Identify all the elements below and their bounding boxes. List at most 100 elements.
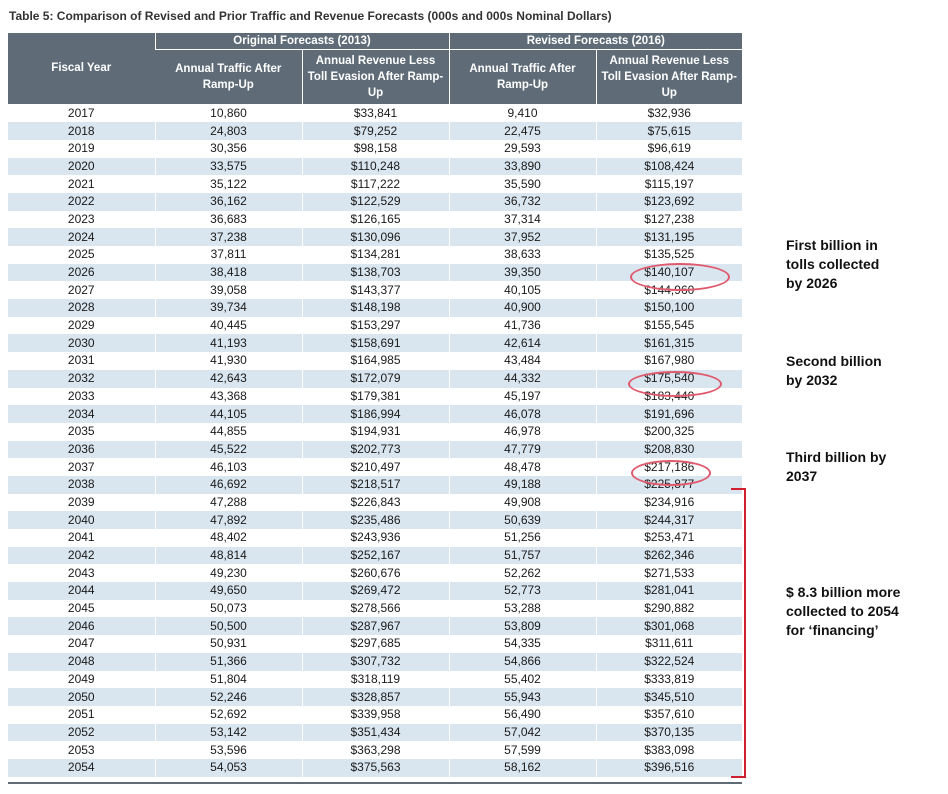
cell-original-traffic: 30,356 (154, 139, 302, 158)
cell-original-traffic: 44,855 (154, 422, 302, 441)
cell-original-revenue: $297,685 (301, 635, 450, 653)
cell-revised-revenue: $370,135 (595, 723, 743, 742)
cell-original-revenue: $202,773 (301, 440, 450, 459)
table-row: 2020 33,575 $110,248 33,890 $108,424 (8, 157, 743, 176)
header-revised-forecasts: Revised Forecasts (2016) (448, 33, 743, 50)
cell-fiscal-year: 2032 (8, 369, 155, 388)
cell-revised-traffic: 55,402 (448, 670, 597, 689)
cell-revised-revenue: $175,540 (595, 369, 743, 388)
cell-fiscal-year: 2029 (67, 318, 95, 333)
table-row: 2039 47,288 $226,843 49,908 $234,916 (8, 493, 743, 512)
cell-fiscal-year: 2018 (8, 122, 155, 140)
cell-original-revenue: $226,843 (301, 493, 450, 512)
cell-original-traffic: 39,058 (154, 281, 302, 300)
cell-original-revenue: $79,252 (301, 122, 450, 140)
cell-original-traffic: 42,643 (154, 369, 302, 388)
cell-original-traffic: 39,734 (154, 299, 302, 317)
cell-original-revenue: $186,994 (301, 405, 450, 423)
cell-original-revenue: $375,563 (301, 758, 450, 777)
cell-revised-revenue: $75,615 (595, 122, 743, 140)
cell-fiscal-year: 2038 (8, 475, 155, 494)
cell-original-traffic: 33,575 (154, 157, 302, 176)
cell-revised-revenue: $131,195 (595, 228, 743, 246)
cell-revised-traffic: 48,478 (448, 458, 597, 476)
cell-revised-traffic: 41,736 (448, 316, 597, 335)
cell-original-revenue: $138,703 (301, 263, 450, 282)
cell-original-traffic: 47,892 (154, 511, 302, 529)
cell-fiscal-year: 2027 (67, 282, 95, 297)
cell-revised-traffic: 52,262 (448, 564, 597, 583)
cell-fiscal-year: 2050 (8, 688, 155, 706)
table-row: 2054 54,053 $375,563 58,162 $396,516 (8, 758, 743, 777)
cell-original-traffic: 43,368 (154, 387, 302, 406)
cell-fiscal-year: 2022 (8, 192, 155, 211)
cell-original-traffic: 49,230 (154, 564, 302, 583)
table-row: 2036 45,522 $202,773 47,779 $208,830 (8, 440, 743, 459)
cell-original-traffic: 48,814 (154, 546, 302, 565)
cell-revised-revenue: $96,619 (595, 139, 743, 158)
cell-fiscal-year: 2054 (8, 758, 155, 777)
cell-revised-traffic: 38,633 (448, 246, 597, 264)
table-row: 2045 50,073 $278,566 53,288 $290,882 (8, 599, 743, 618)
table-bottom-rule (8, 782, 742, 784)
cell-fiscal-year: 2044 (8, 582, 155, 600)
cell-revised-revenue: $135,525 (595, 246, 743, 264)
cell-original-traffic: 52,692 (154, 705, 302, 724)
cell-fiscal-year: 2053 (67, 742, 95, 757)
cell-original-revenue: $287,967 (301, 617, 450, 636)
cell-original-revenue: $134,281 (301, 246, 450, 264)
cell-revised-traffic: 47,779 (448, 440, 597, 459)
cell-revised-traffic: 43,484 (448, 352, 597, 370)
cell-original-traffic: 51,366 (154, 652, 302, 671)
table-row: 2021 35,122 $117,222 35,590 $115,197 (8, 175, 743, 193)
cell-original-traffic: 37,238 (154, 228, 302, 246)
cell-revised-revenue: $123,692 (595, 192, 743, 211)
cell-revised-revenue: $383,098 (595, 741, 743, 759)
cell-revised-revenue: $140,107 (595, 263, 743, 282)
cell-revised-revenue: $208,830 (595, 440, 743, 459)
forecast-table: Fiscal Year Original Forecasts (2013) Re… (8, 33, 743, 777)
cell-revised-traffic: 37,952 (448, 228, 597, 246)
cell-original-revenue: $110,248 (301, 157, 450, 176)
cell-revised-revenue: $150,100 (595, 299, 743, 317)
table-row: 2025 37,811 $134,281 38,633 $135,525 (8, 246, 743, 264)
cell-revised-revenue: $183,440 (595, 387, 743, 406)
cell-original-traffic: 35,122 (154, 175, 302, 193)
annotation-third-billion: Third billion by 2037 (786, 449, 887, 484)
cell-revised-revenue: $345,510 (595, 688, 743, 706)
cell-original-traffic: 48,402 (154, 529, 302, 547)
table-row: 2048 51,366 $307,732 54,866 $322,524 (8, 652, 743, 671)
cell-fiscal-year: 2026 (8, 263, 155, 282)
cell-revised-traffic: 37,314 (448, 210, 597, 229)
cell-original-revenue: $363,298 (301, 741, 450, 759)
cell-original-revenue: $164,985 (301, 352, 450, 370)
cell-revised-traffic: 36,732 (448, 192, 597, 211)
cell-revised-revenue: $271,533 (595, 564, 743, 583)
table-row: 2022 36,162 $122,529 36,732 $123,692 (8, 192, 743, 211)
financing-bracket (731, 488, 746, 778)
cell-revised-traffic: 40,105 (448, 281, 597, 300)
cell-revised-traffic: 44,332 (448, 369, 597, 388)
cell-original-revenue: $194,931 (301, 422, 450, 441)
cell-original-traffic: 52,246 (154, 688, 302, 706)
table-row: 2046 50,500 $287,967 53,809 $301,068 (8, 617, 743, 636)
cell-original-traffic: 41,193 (154, 334, 302, 353)
cell-revised-traffic: 55,943 (448, 688, 597, 706)
table-row: 2043 49,230 $260,676 52,262 $271,533 (8, 564, 743, 583)
cell-revised-traffic: 39,350 (448, 263, 597, 282)
cell-revised-revenue: $311,611 (595, 635, 743, 653)
table-row: 2018 24,803 $79,252 22,475 $75,615 (8, 122, 743, 140)
cell-revised-traffic: 35,590 (448, 175, 597, 193)
annotation-second-billion: Second billion by 2032 (786, 353, 882, 388)
cell-revised-traffic: 29,593 (448, 139, 597, 158)
cell-original-revenue: $158,691 (301, 334, 450, 353)
cell-fiscal-year: 2051 (67, 707, 95, 722)
cell-fiscal-year: 2021 (67, 176, 95, 191)
cell-fiscal-year: 2037 (67, 459, 95, 474)
cell-revised-traffic: 45,197 (448, 387, 597, 406)
cell-original-traffic: 10,860 (154, 104, 302, 123)
cell-revised-traffic: 49,908 (448, 493, 597, 512)
cell-original-traffic: 37,811 (154, 246, 302, 264)
cell-original-revenue: $153,297 (301, 316, 450, 335)
cell-original-traffic: 24,803 (154, 122, 302, 140)
